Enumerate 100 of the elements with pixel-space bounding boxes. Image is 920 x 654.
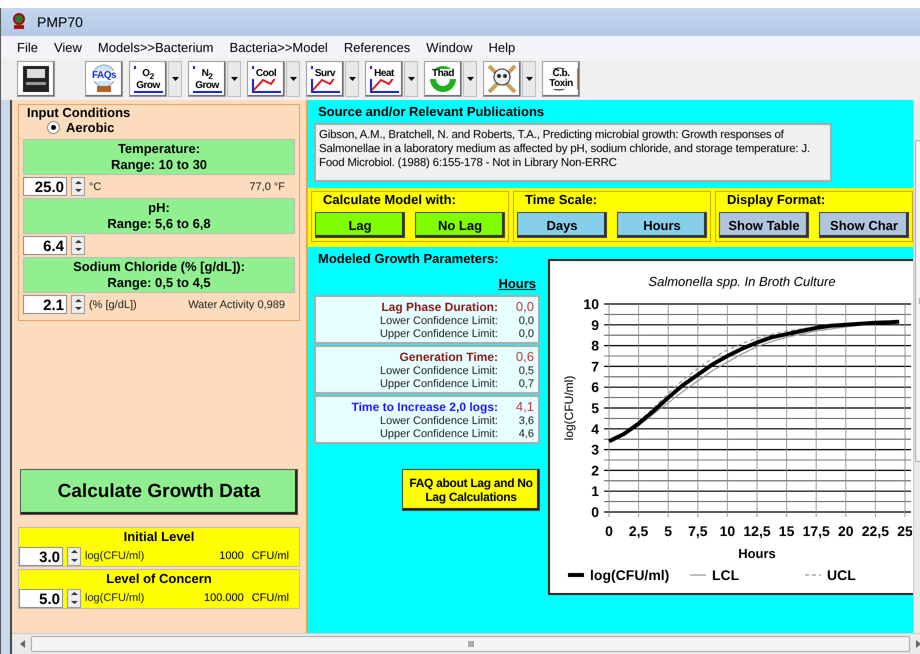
up-arrow-icon [74, 180, 82, 184]
right-arrow-icon [916, 640, 920, 648]
dropdown-button[interactable] [168, 61, 182, 97]
parameter-title: Temperature: [116, 141, 202, 157]
tick-label: 10 [720, 523, 736, 539]
tick-label: 7 [591, 358, 599, 374]
tick-label: 0 [605, 523, 613, 539]
caret-icon [526, 77, 532, 81]
toolbar-button[interactable]: Surv [306, 61, 344, 97]
menu-item[interactable]: Help [480, 40, 524, 54]
legend-label: LCL [712, 567, 740, 583]
menu-item[interactable]: View [46, 40, 90, 54]
caret-icon [466, 77, 474, 81]
down-arrow-icon [70, 600, 78, 604]
calculate-button[interactable]: Calculate Growth Data [20, 469, 298, 515]
dropdown-button[interactable] [404, 61, 418, 97]
caret-icon [290, 77, 296, 81]
down-arrow-icon [74, 248, 82, 252]
range-label: Range: 10 to 30 [110, 157, 208, 173]
menu-item[interactable]: Models>>Bacterium [90, 40, 222, 54]
legend-label: UCL [827, 567, 856, 583]
option-button[interactable]: Hours [617, 212, 707, 238]
dropdown-button[interactable] [286, 61, 300, 97]
tick-label: 12,5 [743, 523, 771, 539]
radio-label: Aerobic [66, 120, 114, 135]
up-arrow-icon [74, 240, 82, 243]
limit-value: 3,6 [518, 415, 534, 428]
toolbar-button[interactable]: N$_{2}$ Grow [188, 61, 226, 97]
spin-buttons[interactable] [71, 295, 85, 314]
caret-icon [230, 77, 238, 81]
range-label: Range: 0,5 to 4,5 [106, 275, 212, 291]
toolbar-button[interactable]: FAQs [85, 61, 123, 97]
radio-button[interactable] [47, 121, 60, 134]
option-button[interactable]: Show Char [819, 212, 909, 238]
up-arrow-icon [74, 298, 82, 302]
group-title: Calculate Model with: [323, 192, 457, 208]
axis-title: log(CFU/ml) [562, 376, 576, 440]
tick-label: 5 [591, 400, 599, 416]
toolbar-button[interactable] [483, 61, 521, 97]
spin-buttons[interactable] [71, 177, 85, 196]
option-button[interactable]: Lag [315, 212, 405, 238]
parameter-value: 0,6 [514, 349, 534, 365]
dropdown-button[interactable] [463, 61, 477, 97]
toolbar-button[interactable]: C.b. Toxin [542, 61, 580, 97]
legend-item: log(CFU/ml) [568, 567, 670, 583]
menu-item[interactable]: Bacteria>>Model [222, 40, 336, 54]
tick-label: 9 [591, 316, 599, 333]
toolbar-button[interactable] [17, 61, 55, 97]
menu-item[interactable]: References [336, 40, 418, 54]
caret-icon [348, 77, 356, 81]
toolbar-button[interactable]: Thad [424, 61, 462, 97]
number-field[interactable]: 2.1 [23, 295, 67, 314]
legend-item: UCL [805, 567, 856, 583]
count-value: 1000 [219, 550, 244, 562]
tick-label: 20 [838, 523, 854, 539]
unit-label: CFU/ml [252, 550, 289, 562]
number-field[interactable]: 6.4 [23, 236, 67, 255]
limit-label: Upper Confidence Limit: [380, 428, 498, 441]
tick-label: 3 [591, 442, 599, 458]
limit-label: Upper Confidence Limit: [380, 328, 498, 341]
spin-buttons[interactable] [71, 236, 85, 255]
legend-label: log(CFU/ml) [590, 567, 670, 583]
dropdown-button[interactable] [345, 61, 359, 97]
unit-label: log(CFU/ml) [85, 550, 144, 562]
dropdown-button[interactable] [227, 61, 241, 97]
window-title: PMP70 [37, 14, 83, 30]
menu-item[interactable]: File [9, 40, 46, 54]
limit-value: 0,0 [518, 315, 534, 328]
grip-icon [468, 641, 474, 647]
spin-buttons[interactable] [67, 546, 81, 566]
limit-value: 0,0 [518, 328, 534, 341]
toolbar-button[interactable]: Cool [247, 61, 285, 97]
dropdown-button[interactable] [522, 61, 536, 97]
tick-label: 15 [778, 523, 794, 539]
parameter-value: 4,1 [514, 399, 534, 415]
tick-label: 0 [591, 504, 599, 520]
group-title: Display Format: [727, 192, 826, 208]
option-button[interactable]: Days [517, 212, 607, 238]
toolbar-button[interactable]: O$_{2}$ Grow [129, 61, 167, 97]
faq-button[interactable]: FAQ about Lag and No Lag Calculations [402, 469, 540, 511]
number-field[interactable]: 25.0 [23, 177, 67, 196]
tick-label: 22,5 [862, 523, 890, 539]
number-field[interactable]: 3.0 [19, 546, 63, 566]
horizontal-scrollbar[interactable] [12, 633, 920, 654]
number-field[interactable]: 5.0 [19, 588, 63, 608]
spin-buttons[interactable] [67, 588, 81, 608]
down-arrow-icon [74, 189, 82, 192]
option-button[interactable]: Show Table [719, 212, 809, 238]
toolbar-button[interactable]: Heat [365, 61, 403, 97]
converted-value: Water Activity 0,989 [188, 298, 285, 310]
option-button[interactable]: No Lag [415, 212, 505, 238]
menu-item[interactable]: Window [418, 40, 481, 54]
tick-label: 17,5 [802, 523, 830, 539]
chart-title: Salmonella spp. In Broth Culture [648, 274, 836, 289]
tick-label: 8 [591, 338, 599, 354]
parameter-label: Lag Phase Duration: [381, 299, 498, 315]
section-title: Modeled Growth Parameters: [318, 251, 500, 266]
tick-label: 5 [664, 523, 672, 539]
axis-title: Hours [738, 546, 776, 561]
limit-value: 0,7 [518, 378, 534, 391]
